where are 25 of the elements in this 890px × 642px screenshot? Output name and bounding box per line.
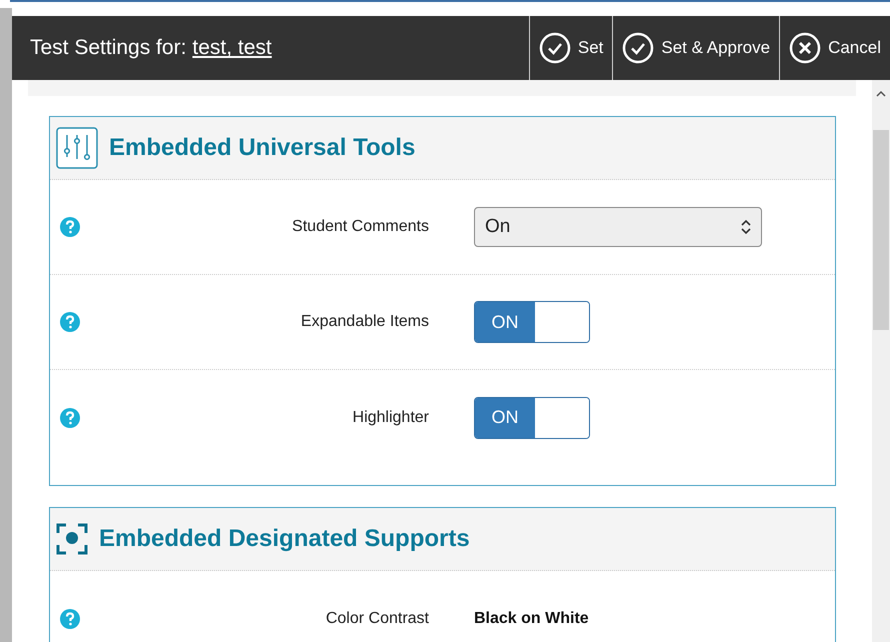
help-icon[interactable] [60,408,80,428]
help-icon[interactable] [60,312,80,332]
scrollbar-thumb[interactable] [873,130,889,330]
setting-label: Highlighter [352,408,429,428]
toggle-switch[interactable]: ON [474,396,590,438]
dropdown[interactable]: On [474,207,762,247]
setting-label: Expandable Items [300,312,429,332]
section-title: Embedded Designated Supports [99,524,470,554]
scrollbar[interactable] [872,80,890,642]
scroll-up-icon[interactable] [876,90,886,98]
sliders-icon [56,127,98,169]
close-icon [789,32,822,64]
toggle-switch[interactable]: ON [474,301,590,343]
help-icon[interactable] [60,217,80,237]
help-icon[interactable] [60,608,80,628]
checkmark-icon [538,32,571,64]
focus-icon [56,523,88,555]
setting-value: Black on White [474,608,589,628]
section-title: Embedded Universal Tools [109,133,416,163]
setting-label: Color Contrast [324,608,429,628]
student-link[interactable]: test, test [192,32,272,64]
updown-caret-icon [741,219,751,235]
checkmark-icon [622,32,654,64]
dialog-title: Test Settings for: [30,35,186,62]
setting-label: Student Comments [291,217,429,237]
